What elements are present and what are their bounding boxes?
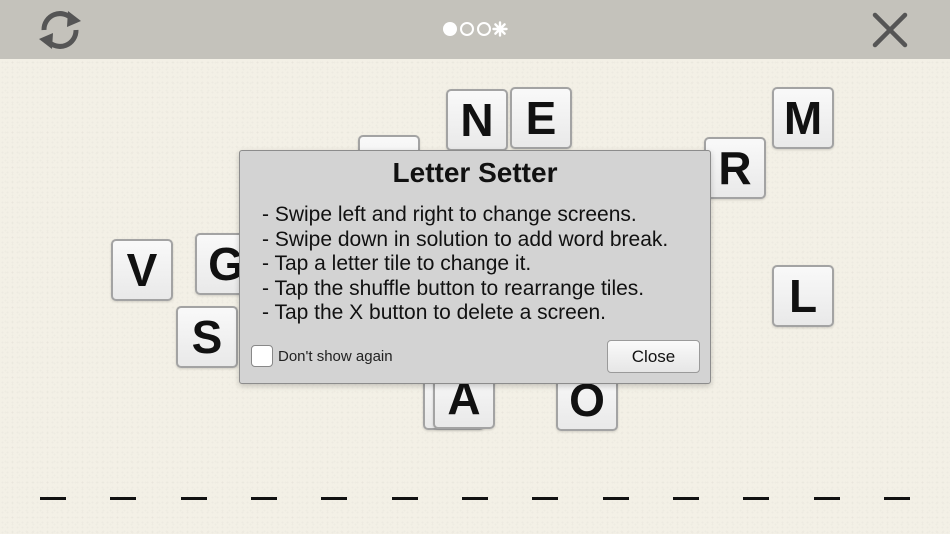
dialog-title: Letter Setter (392, 157, 558, 188)
solution-slot[interactable] (461, 497, 488, 500)
letter-tile[interactable]: L (772, 265, 834, 327)
letter-tile[interactable]: N (446, 89, 508, 151)
solution-slot[interactable] (40, 497, 66, 500)
top-toolbar (0, 0, 950, 59)
page-dot[interactable] (460, 22, 474, 36)
instruction-line: - Tap a letter tile to change it. (262, 252, 532, 275)
page-dot[interactable] (477, 22, 491, 36)
letter-tile[interactable]: V (111, 239, 173, 301)
dont-show-again-label[interactable]: Don't show again (278, 348, 393, 365)
solution-slots[interactable] (40, 497, 910, 503)
solution-slot[interactable] (602, 497, 629, 500)
close-x-icon[interactable] (870, 11, 910, 49)
instruction-line: - Swipe down in solution to add word bre… (262, 227, 669, 251)
dialog-instructions: - Swipe left and right to change screens… (262, 203, 668, 326)
page-indicator (441, 20, 511, 38)
letter-tile[interactable]: E (510, 87, 572, 149)
letter-tile[interactable]: S (176, 306, 238, 368)
solution-slot[interactable] (883, 497, 910, 500)
instruction-line: - Swipe left and right to change screens… (262, 203, 637, 226)
instruction-line: - Tap the X button to delete a screen. (262, 301, 607, 324)
star-icon[interactable] (492, 21, 508, 37)
solution-slot[interactable] (813, 497, 840, 500)
solution-slot[interactable] (110, 497, 137, 500)
page-dot-current[interactable] (443, 22, 457, 36)
close-button[interactable]: Close (607, 340, 700, 373)
solution-slot[interactable] (250, 497, 277, 500)
solution-slot[interactable] (391, 497, 418, 500)
solution-slot[interactable] (180, 497, 207, 500)
refresh-icon[interactable] (34, 8, 86, 52)
dont-show-again-checkbox[interactable] (251, 345, 273, 367)
instruction-line: - Tap the shuffle button to rearrange ti… (262, 276, 645, 300)
solution-slot[interactable] (672, 497, 699, 500)
solution-slot[interactable] (532, 497, 559, 500)
solution-slot[interactable] (321, 497, 348, 500)
help-dialog: Letter Setter - Swipe left and right to … (239, 150, 711, 384)
letter-tile[interactable]: R (704, 137, 766, 199)
letter-tile[interactable]: M (772, 87, 834, 149)
solution-slot[interactable] (743, 497, 770, 500)
